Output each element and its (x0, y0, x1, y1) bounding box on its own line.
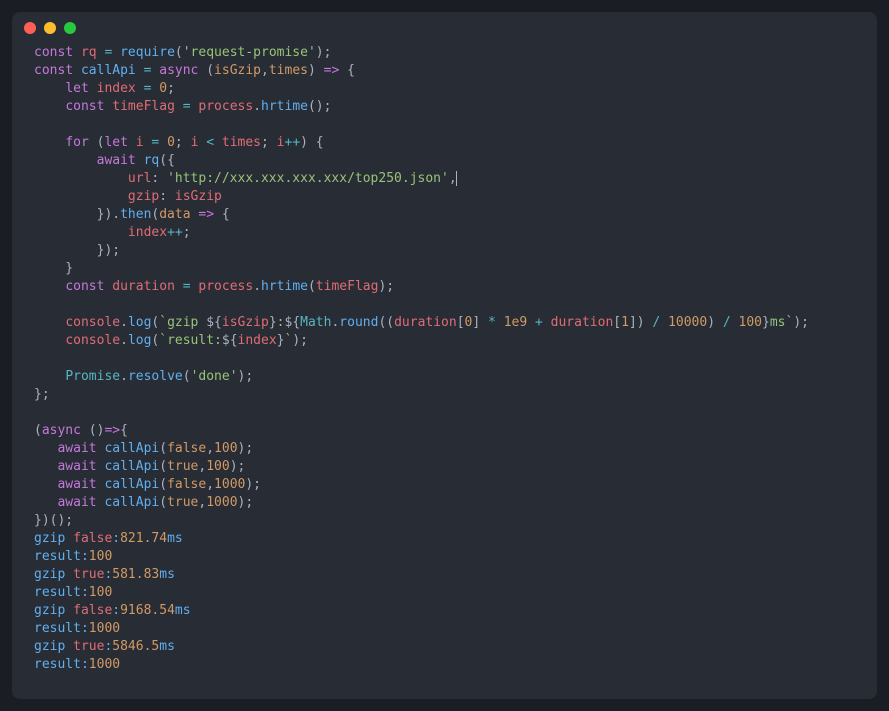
output-line: result:1000 (34, 657, 120, 672)
code-line: })(); (34, 513, 73, 528)
output-line: result:100 (34, 585, 112, 600)
output-line: gzip true:581.83ms (34, 567, 175, 582)
output-line: result:100 (34, 549, 112, 564)
code-line: }).then(data => { (34, 207, 230, 222)
code-line: const rq = require('request-promise'); (34, 45, 331, 60)
terminal-window: const rq = require('request-promise'); c… (12, 12, 877, 699)
code-line: await callApi(true,1000); (34, 495, 253, 510)
code-line: await rq({ (34, 153, 175, 168)
code-line: } (34, 261, 73, 276)
code-line: const timeFlag = process.hrtime(); (34, 99, 331, 114)
maximize-icon[interactable] (64, 22, 76, 34)
code-editor[interactable]: const rq = require('request-promise'); c… (12, 40, 877, 696)
code-line: Promise.resolve('done'); (34, 369, 253, 384)
code-line: await callApi(false,1000); (34, 477, 261, 492)
code-line: }); (34, 243, 120, 258)
text-cursor (456, 171, 457, 186)
code-line: const callApi = async (isGzip,times) => … (34, 63, 355, 78)
code-line: url: 'http://xxx.xxx.xxx.xxx/top250.json… (34, 171, 457, 186)
code-line: }; (34, 387, 50, 402)
titlebar (12, 12, 877, 40)
output-line: gzip true:5846.5ms (34, 639, 175, 654)
code-line: index++; (34, 225, 191, 240)
minimize-icon[interactable] (44, 22, 56, 34)
output-line: gzip false:9168.54ms (34, 603, 191, 618)
output-line: result:1000 (34, 621, 120, 636)
code-line: (async ()=>{ (34, 423, 128, 438)
code-line: for (let i = 0; i < times; i++) { (34, 135, 324, 150)
code-line: const duration = process.hrtime(timeFlag… (34, 279, 394, 294)
output-line: gzip false:821.74ms (34, 531, 183, 546)
close-icon[interactable] (24, 22, 36, 34)
code-line: console.log(`result:${index}`); (34, 333, 308, 348)
code-line: gzip: isGzip (34, 189, 222, 204)
code-line: console.log(`gzip ${isGzip}:${Math.round… (34, 315, 809, 330)
code-line: await callApi(true,100); (34, 459, 245, 474)
code-line: let index = 0; (34, 81, 175, 96)
code-line: await callApi(false,100); (34, 441, 253, 456)
